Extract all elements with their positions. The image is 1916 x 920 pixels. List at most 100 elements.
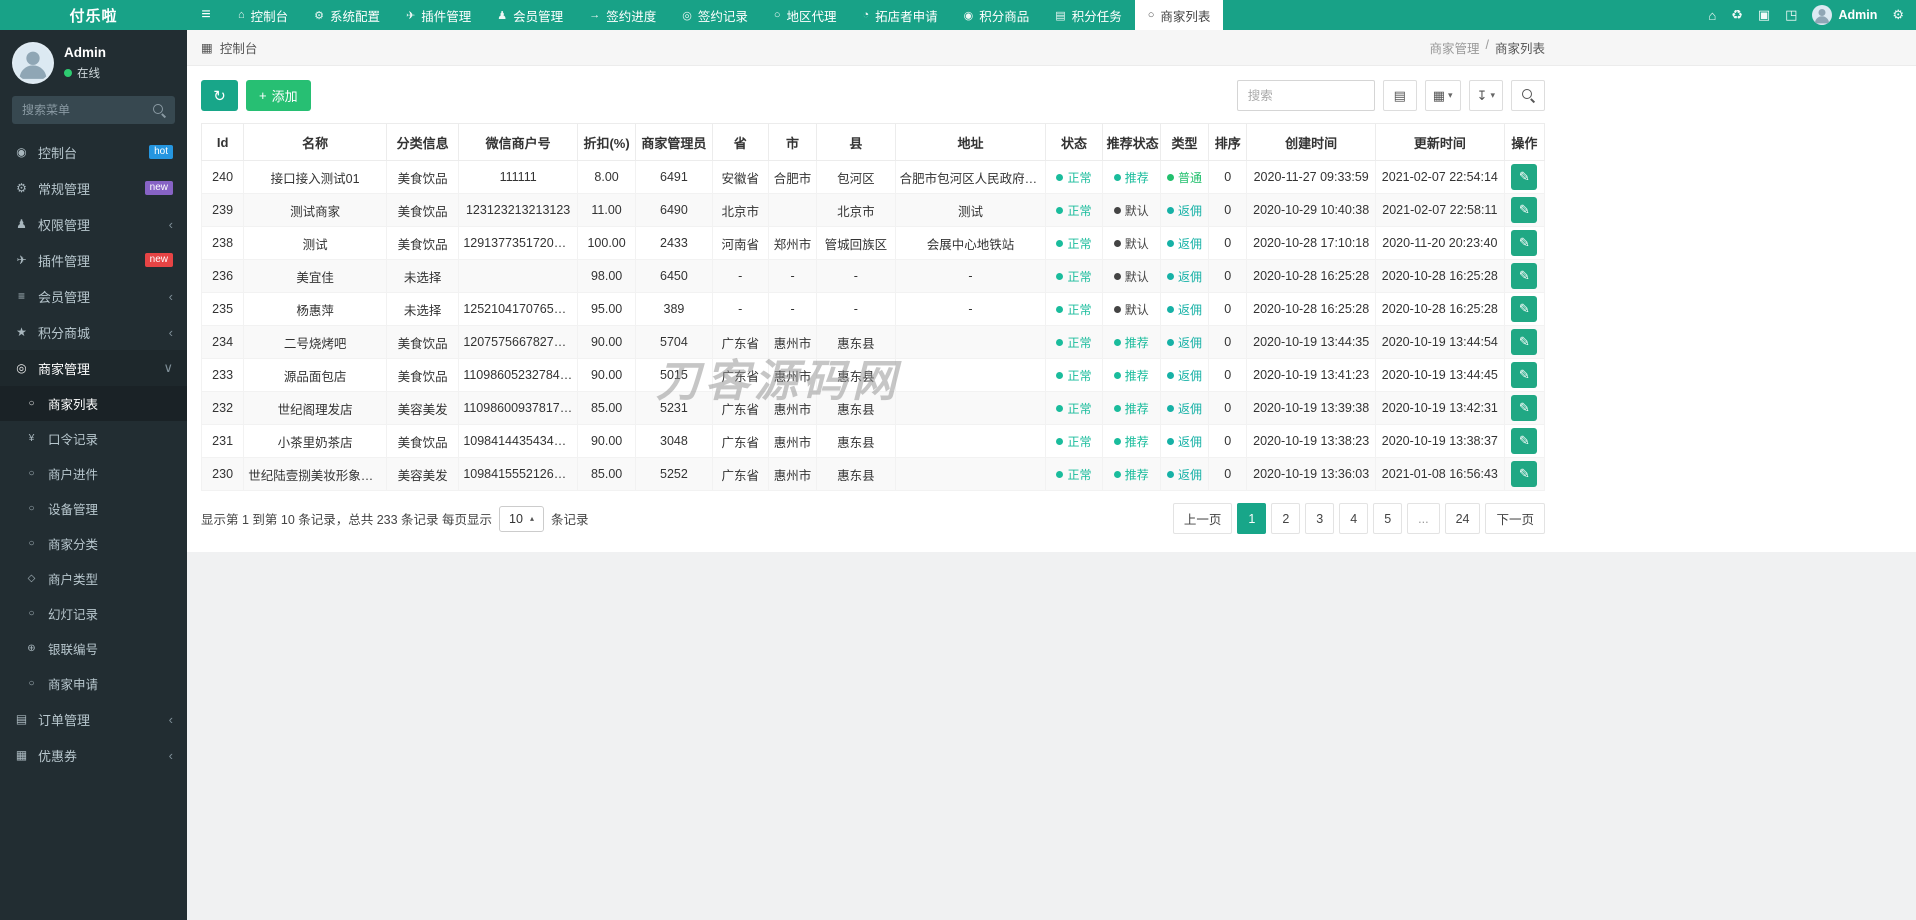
pencil-icon: ✎: [1518, 301, 1530, 316]
topnav-item-sign-record[interactable]: ◎ 签约记录: [669, 0, 761, 30]
sidebar-item-coupon[interactable]: ▦ 优惠券 ‹: [0, 737, 187, 773]
edit-button[interactable]: ✎: [1511, 197, 1538, 223]
sidebar-item-unionpay-no[interactable]: ⊕ 银联编号: [0, 631, 187, 666]
edit-button[interactable]: ✎: [1511, 329, 1538, 355]
topnav-item-plugin-manage[interactable]: ✈ 插件管理: [393, 0, 484, 30]
page-button-4[interactable]: 4: [1339, 503, 1369, 534]
cell-recommend: 推荐: [1101, 358, 1161, 392]
col-header-created[interactable]: 创建时间: [1246, 123, 1377, 161]
col-header-id[interactable]: Id: [200, 123, 245, 161]
page-button-24[interactable]: 24: [1444, 503, 1481, 534]
sidebar-toggle-icon[interactable]: ≡: [187, 0, 225, 30]
col-header-wechat_no[interactable]: 微信商户号: [458, 123, 578, 161]
topnav-item-member-manage[interactable]: ♟ 会员管理: [484, 0, 576, 30]
edit-button[interactable]: ✎: [1511, 230, 1538, 256]
sidebar-search-input[interactable]: [12, 96, 175, 124]
col-header-recommend[interactable]: 推荐状态: [1101, 123, 1161, 161]
edit-button[interactable]: ✎: [1511, 428, 1538, 454]
user-avatar: [1812, 5, 1833, 25]
edit-button[interactable]: ✎: [1511, 263, 1538, 289]
page-button-5[interactable]: 5: [1373, 503, 1403, 534]
merchant-icon: ◎: [16, 361, 27, 375]
sidebar-item-points-mall[interactable]: ★ 积分商城 ‹: [0, 314, 187, 350]
profile-avatar[interactable]: [12, 42, 54, 84]
col-header-sort[interactable]: 排序: [1208, 123, 1248, 161]
cell-created: 2020-10-29 10:40:38: [1246, 193, 1377, 227]
home-icon[interactable]: ⌂: [1708, 8, 1716, 23]
sidebar-item-member[interactable]: ≡ 会员管理 ‹: [0, 278, 187, 314]
sidebar-item-plugin[interactable]: ✈ 插件管理 new: [0, 242, 187, 278]
status-dot-icon: [1167, 305, 1175, 313]
cell-discount: 90.00: [576, 325, 637, 359]
col-header-category[interactable]: 分类信息: [385, 123, 460, 161]
col-header-discount[interactable]: 折扣(%): [576, 123, 637, 161]
edit-button[interactable]: ✎: [1511, 164, 1538, 190]
sidebar-item-password-record[interactable]: ¥ 口令记录: [0, 421, 187, 456]
export-button[interactable]: ↧ ▾: [1468, 80, 1503, 111]
edit-button[interactable]: ✎: [1511, 296, 1538, 322]
breadcrumb-parent[interactable]: 商家管理: [1429, 38, 1479, 57]
sidebar-item-auth[interactable]: ♟ 权限管理 ‹: [0, 206, 187, 242]
topnav-item-region-agent[interactable]: ○ 地区代理: [761, 0, 850, 30]
edit-button[interactable]: ✎: [1511, 395, 1538, 421]
page-button-1[interactable]: 1: [1237, 503, 1267, 534]
brand-logo[interactable]: 付乐啦: [0, 0, 187, 30]
status-dot-icon: [1167, 371, 1175, 379]
next-page-button[interactable]: 下一页: [1485, 503, 1545, 534]
sidebar-item-merchant[interactable]: ◎ 商家管理 ∨: [0, 350, 187, 386]
topnav-item-label: 会员管理: [513, 9, 564, 24]
sidebar-item-order[interactable]: ▤ 订单管理 ‹: [0, 701, 187, 737]
sidebar-item-merchant-entry[interactable]: ○ 商户进件: [0, 456, 187, 491]
search-icon[interactable]: [153, 104, 166, 117]
col-header-city[interactable]: 市: [767, 123, 818, 161]
topbar-user[interactable]: Admin: [1812, 5, 1877, 25]
add-button[interactable]: + 添加: [246, 80, 311, 111]
topnav-item-store-apply[interactable]: ◔ 拓店者申请: [850, 0, 951, 30]
col-header-type[interactable]: 类型: [1159, 123, 1210, 161]
sidebar-item-merchant-type[interactable]: ◇ 商户类型: [0, 561, 187, 596]
col-header-province[interactable]: 省: [711, 123, 769, 161]
col-header-status[interactable]: 状态: [1045, 123, 1103, 161]
col-header-updated[interactable]: 更新时间: [1375, 123, 1505, 161]
table-search-input[interactable]: [1236, 80, 1375, 111]
settings-gear-icon[interactable]: ⚙: [1892, 7, 1904, 23]
refresh-icon: ↻: [213, 87, 226, 105]
topnav-item-merchant-list[interactable]: ○ 商家列表: [1134, 0, 1224, 30]
cell-type: 返佣: [1159, 226, 1210, 260]
sidebar-item-dashboard[interactable]: ◉ 控制台 hot: [0, 134, 187, 170]
view-mode-button[interactable]: ▦ ▾: [1424, 80, 1461, 111]
topnav-item-points-goods[interactable]: ◉ 积分商品: [951, 0, 1043, 30]
sidebar-item-merchant-apply[interactable]: ○ 商家申请: [0, 666, 187, 701]
sidebar-item-merchant-category[interactable]: ○ 商家分类: [0, 526, 187, 561]
edit-button[interactable]: ✎: [1511, 362, 1538, 388]
docs-icon[interactable]: ▣: [1758, 7, 1770, 23]
columns-toggle-button[interactable]: ▤: [1382, 80, 1417, 111]
search-toggle-button[interactable]: [1511, 80, 1545, 111]
col-header-county[interactable]: 县: [816, 123, 896, 161]
page-button-2[interactable]: 2: [1271, 503, 1301, 534]
topnav-item-dashboard[interactable]: ⌂ 控制台: [225, 0, 301, 30]
sidebar-item-merchant-list[interactable]: ○ 商家列表: [0, 386, 187, 421]
topnav-item-system-config[interactable]: ⚙ 系统配置: [301, 0, 393, 30]
page-button-3[interactable]: 3: [1305, 503, 1335, 534]
topnav-item-points-task[interactable]: ▤ 积分任务: [1042, 0, 1134, 30]
page-size-select[interactable]: 10 ▴: [499, 505, 544, 532]
sidebar-item-device-manage[interactable]: ○ 设备管理: [0, 491, 187, 526]
edit-button[interactable]: ✎: [1511, 461, 1538, 487]
sidebar-item-slide-record[interactable]: ○ 幻灯记录: [0, 596, 187, 631]
cell-county: 惠东县: [816, 325, 896, 359]
sidebar-item-general[interactable]: ⚙ 常规管理 new: [0, 170, 187, 206]
breadcrumb-dashboard[interactable]: 控制台: [220, 38, 258, 57]
trash-icon[interactable]: ♻: [1731, 7, 1743, 23]
col-header-manager[interactable]: 商家管理员: [635, 123, 713, 161]
col-header-op[interactable]: 操作: [1503, 123, 1546, 161]
fullscreen-icon[interactable]: ◳: [1785, 7, 1797, 23]
col-header-name[interactable]: 名称: [243, 123, 387, 161]
topnav-item-sign-progress[interactable]: → 签约进度: [576, 0, 669, 30]
refresh-button[interactable]: ↻: [201, 80, 238, 111]
status-dot-icon: [1167, 404, 1175, 412]
cell-type: 返佣: [1159, 325, 1210, 359]
prev-page-button[interactable]: 上一页: [1172, 503, 1233, 534]
col-header-address[interactable]: 地址: [894, 123, 1047, 161]
status-text: 普通: [1178, 170, 1203, 185]
